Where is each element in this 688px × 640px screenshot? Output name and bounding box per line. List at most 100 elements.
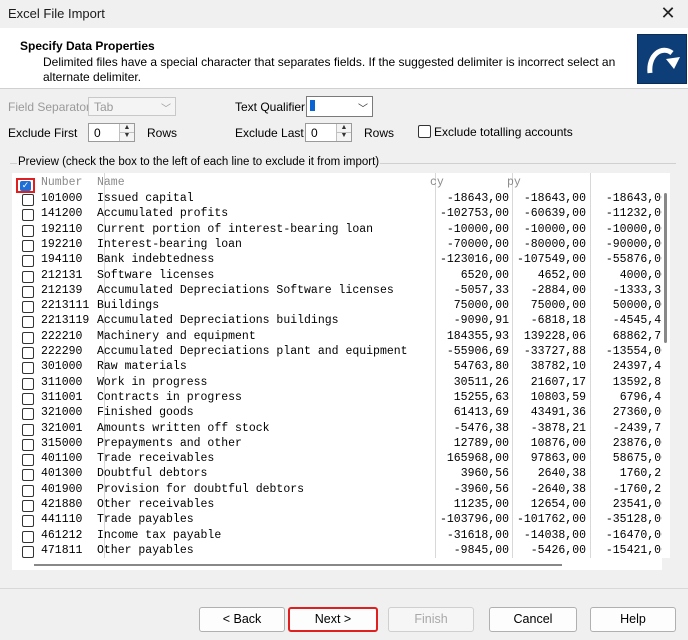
exclude-last-unit: Rows <box>364 126 395 140</box>
cell-extra: 4000,00 <box>619 268 662 282</box>
cell-number: 461212 <box>41 528 83 542</box>
cell-py: 38782,10 <box>530 360 586 374</box>
cell-extra: -18643,00 <box>605 192 662 205</box>
stepper-buttons: ▲ ▼ <box>336 124 351 141</box>
row-exclude-checkbox[interactable] <box>22 515 34 528</box>
table-row: 401100 Trade receivables 165968,00 97863,00… <box>12 452 662 467</box>
cell-number: 101000 <box>41 192 83 205</box>
row-exclude-checkbox[interactable] <box>22 530 34 543</box>
row-exclude-checkbox[interactable] <box>22 469 34 482</box>
cell-name: Finished goods <box>97 406 194 420</box>
cell-number: 222290 <box>41 345 83 358</box>
help-button[interactable]: Help <box>590 607 676 632</box>
row-exclude-checkbox[interactable] <box>22 362 34 375</box>
table-row: 471811 Other payables -9845,00 -5426,00 -154… <box>12 544 662 559</box>
row-exclude-checkbox[interactable] <box>22 500 34 512</box>
cell-number: 192210 <box>41 237 83 251</box>
table-row: 192210 Interest-bearing loan -70000,00 -800… <box>12 238 662 253</box>
arrow-down-icon[interactable]: ▼ <box>337 132 351 140</box>
cell-name: Software licenses <box>97 268 215 282</box>
close-icon[interactable]: ✕ <box>656 2 680 24</box>
cell-cy: 54763,80 <box>453 360 509 374</box>
cell-name: Accumulated Depreciations Software licen… <box>97 283 394 297</box>
row-exclude-checkbox[interactable] <box>22 224 34 237</box>
finish-button[interactable]: Finish <box>388 607 474 632</box>
row-exclude-checkbox[interactable] <box>22 285 34 298</box>
cell-cy: 184355,93 <box>446 329 509 343</box>
scroll-thumb[interactable] <box>664 193 667 343</box>
row-exclude-checkbox[interactable] <box>22 408 34 421</box>
row-exclude-checkbox[interactable] <box>22 545 34 558</box>
exclude-last-label: Exclude Last <box>235 126 304 140</box>
cell-py: 139228,06 <box>523 329 586 343</box>
cell-extra: 68862,79 <box>612 329 662 343</box>
exclude-last-stepper[interactable]: 0 ▲ ▼ <box>305 123 352 142</box>
cell-name: Doubtful debtors <box>97 467 208 481</box>
cell-cy: 3960,56 <box>460 467 509 481</box>
exclude-totalling-checkbox[interactable] <box>418 125 431 138</box>
horizontal-scrollbar[interactable] <box>12 558 662 570</box>
cell-py: -80000,00 <box>523 237 586 251</box>
row-exclude-checkbox[interactable] <box>22 377 34 390</box>
cell-extra: -16470,00 <box>605 528 662 542</box>
row-exclude-checkbox[interactable] <box>22 484 34 497</box>
back-button[interactable]: < Back <box>199 607 285 632</box>
cell-cy: -103796,00 <box>439 513 509 527</box>
row-exclude-checkbox[interactable] <box>22 255 34 268</box>
cell-number: 192110 <box>41 222 83 236</box>
row-exclude-checkbox[interactable] <box>22 209 34 222</box>
row-exclude-checkbox[interactable] <box>22 438 34 451</box>
cell-number: 301000 <box>41 360 83 374</box>
text-qualifier-select[interactable]: ﹀ <box>306 96 373 117</box>
row-exclude-checkbox[interactable] <box>22 316 34 329</box>
cell-py: -10000,00 <box>523 222 586 236</box>
cell-number: 441110 <box>41 513 83 527</box>
cell-extra: 23876,00 <box>612 436 662 450</box>
cancel-button[interactable]: Cancel <box>489 607 577 632</box>
exclude-first-value: 0 <box>94 126 101 140</box>
cell-cy: -5057,33 <box>453 283 509 297</box>
cell-number: 401300 <box>41 467 83 481</box>
scroll-thumb[interactable] <box>34 564 562 566</box>
cell-number: 212139 <box>41 283 83 297</box>
row-exclude-checkbox[interactable] <box>22 194 34 206</box>
row-exclude-checkbox[interactable] <box>22 270 34 283</box>
table-row: 321001 Amounts written off stock -5476,38 -… <box>12 422 662 437</box>
row-exclude-checkbox[interactable] <box>22 331 34 344</box>
table-row: 2213111 Buildings 75000,00 75000,00 50000,00 <box>12 299 662 314</box>
row-exclude-checkbox[interactable] <box>22 301 34 314</box>
cell-name: Accumulated Depreciations plant and equi… <box>97 345 408 358</box>
row-exclude-checkbox[interactable] <box>22 423 34 436</box>
preview-grid[interactable]: ✓ Number Name cy py 101000 Issued capital… <box>12 173 662 570</box>
header-row: ✓ Number Name cy py <box>12 176 662 193</box>
select-all-checkbox[interactable]: ✓ <box>16 178 35 193</box>
arrow-down-icon[interactable]: ▼ <box>120 132 134 140</box>
cell-extra: -2439,75 <box>612 421 662 435</box>
row-exclude-checkbox[interactable] <box>22 239 34 252</box>
cell-cy: -123016,00 <box>439 253 509 267</box>
cell-name: Trade payables <box>97 513 194 527</box>
cell-name: Income tax payable <box>97 528 222 542</box>
step-title: Specify Data Properties <box>20 39 155 53</box>
title-bar: Excel File Import ✕ <box>0 0 688 28</box>
row-exclude-checkbox[interactable] <box>22 392 34 405</box>
cell-cy: -10000,00 <box>446 222 509 236</box>
table-row: 192110 Current portion of interest-bearin… <box>12 223 662 238</box>
cell-extra: -1333,33 <box>612 283 662 297</box>
cell-cy: 11235,00 <box>453 498 509 511</box>
next-button[interactable]: Next > <box>288 607 378 632</box>
row-exclude-checkbox[interactable] <box>22 347 34 359</box>
vertical-scrollbar[interactable] <box>662 173 670 558</box>
cell-name: Prepayments and other <box>97 436 242 450</box>
cell-cy: 30511,26 <box>453 375 509 389</box>
field-separator-select[interactable]: Tab ﹀ <box>88 97 176 116</box>
exclude-totalling-label: Exclude totalling accounts <box>434 125 573 139</box>
text-qualifier-label: Text Qualifier: <box>235 100 309 114</box>
exclude-first-stepper[interactable]: 0 ▲ ▼ <box>88 123 135 142</box>
cell-extra: -13554,00 <box>605 345 662 358</box>
wizard-header: Specify Data Properties Delimited files … <box>0 28 688 89</box>
cell-extra: -1760,25 <box>612 482 662 496</box>
row-exclude-checkbox[interactable] <box>22 454 34 467</box>
column-header-cy: cy <box>430 176 444 189</box>
cell-cy: -9090,91 <box>453 314 509 328</box>
